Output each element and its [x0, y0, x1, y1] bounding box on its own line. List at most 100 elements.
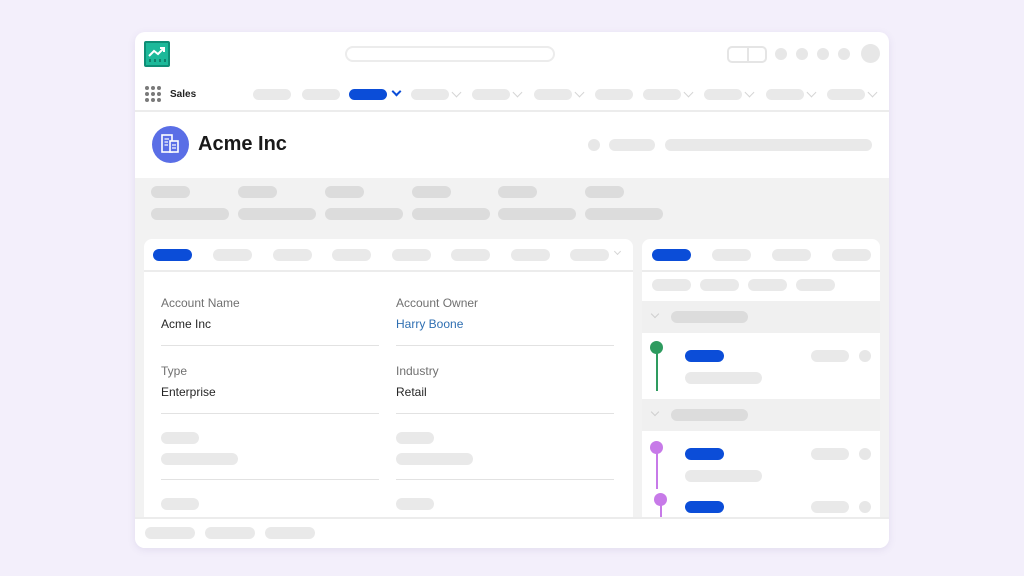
field-divider [396, 345, 614, 346]
tab[interactable] [392, 249, 431, 261]
tab[interactable] [451, 249, 490, 261]
tab[interactable] [273, 249, 312, 261]
highlight-label [412, 186, 451, 198]
user-avatar[interactable] [861, 44, 880, 63]
activity-description [685, 470, 762, 482]
utility-item[interactable] [145, 527, 195, 539]
nav-tab[interactable] [472, 89, 510, 100]
activity-menu-icon[interactable] [859, 501, 871, 513]
activity-menu-icon[interactable] [859, 350, 871, 362]
details-card: Account Name Acme Inc Account Owner Harr… [144, 239, 633, 529]
field-label-placeholder [161, 432, 199, 444]
nav-tab[interactable] [253, 89, 291, 100]
building-icon [152, 126, 189, 163]
record-title: Acme Inc [198, 133, 287, 155]
field-divider [396, 479, 614, 480]
tab[interactable] [511, 249, 550, 261]
record-header: Acme Inc [135, 114, 889, 178]
highlight-value [238, 208, 316, 220]
activity-tabs [642, 239, 880, 301]
activity-date [811, 501, 849, 513]
tab-activity[interactable] [652, 249, 691, 261]
field-label-industry: Industry [396, 364, 439, 378]
favorites-icon[interactable] [775, 48, 787, 60]
activity-group-header[interactable] [642, 399, 880, 431]
field-label-placeholder [161, 498, 199, 510]
activity-item[interactable] [642, 333, 880, 399]
field-divider [161, 345, 379, 346]
nav-tab[interactable] [643, 89, 681, 100]
highlight-value [325, 208, 403, 220]
activity-subject-link[interactable] [685, 448, 724, 460]
field-label-account-name: Account Name [161, 296, 240, 310]
highlight-label [498, 186, 537, 198]
chevron-down-icon[interactable] [683, 87, 694, 98]
field-value-account-name: Acme Inc [161, 317, 212, 331]
chevron-down-icon[interactable] [650, 407, 660, 417]
highlight-value [412, 208, 490, 220]
action-button[interactable] [609, 139, 655, 151]
chevron-down-icon[interactable] [867, 87, 878, 98]
field-value-placeholder [161, 453, 238, 465]
chevron-down-icon[interactable] [806, 87, 817, 98]
tab[interactable] [832, 249, 871, 261]
field-divider [161, 413, 379, 414]
chevron-down-icon[interactable] [451, 87, 462, 98]
nav-tab[interactable] [411, 89, 449, 100]
activity-group-header[interactable] [642, 301, 880, 333]
nav-tab[interactable] [534, 89, 572, 100]
tab[interactable] [570, 249, 609, 261]
tab[interactable] [332, 249, 371, 261]
activity-menu-icon[interactable] [859, 448, 871, 460]
app-launcher-icon[interactable] [145, 86, 161, 102]
field-value-placeholder [396, 453, 473, 465]
nav-tab-active[interactable] [349, 89, 387, 100]
tab[interactable] [213, 249, 252, 261]
activity-subject-link[interactable] [685, 501, 724, 513]
activity-action-button[interactable] [700, 279, 739, 291]
app-window: Sales Acme Inc Account Name Acme Inc Acc… [135, 32, 889, 548]
chevron-down-icon[interactable] [512, 87, 523, 98]
field-label-placeholder [396, 432, 434, 444]
chevron-down-icon[interactable] [744, 87, 755, 98]
chevron-down-icon[interactable] [391, 86, 402, 97]
follow-icon[interactable] [588, 139, 600, 151]
nav-tab[interactable] [704, 89, 742, 100]
notifications-icon[interactable] [838, 48, 850, 60]
nav-tab[interactable] [827, 89, 865, 100]
highlight-label [151, 186, 190, 198]
activity-action-button[interactable] [748, 279, 787, 291]
tabs-divider [642, 270, 880, 272]
tab[interactable] [712, 249, 751, 261]
chevron-down-icon[interactable] [650, 309, 660, 319]
activity-subject-link[interactable] [685, 350, 724, 362]
utility-bar [135, 517, 889, 548]
field-label-account-owner: Account Owner [396, 296, 479, 310]
highlight-label [238, 186, 277, 198]
field-divider [396, 413, 614, 414]
field-value-type: Enterprise [161, 385, 216, 399]
activity-action-button[interactable] [652, 279, 691, 291]
chevron-down-icon[interactable] [613, 247, 622, 256]
help-icon[interactable] [817, 48, 829, 60]
global-search-input[interactable] [345, 46, 555, 62]
field-label-placeholder [396, 498, 434, 510]
timeline-line [656, 351, 658, 391]
activity-action-button[interactable] [796, 279, 835, 291]
utility-item[interactable] [205, 527, 255, 539]
highlight-value [151, 208, 229, 220]
nav-tab[interactable] [595, 89, 633, 100]
tab[interactable] [772, 249, 811, 261]
view-toggle[interactable] [727, 46, 767, 63]
tab-details[interactable] [153, 249, 192, 261]
chevron-down-icon[interactable] [574, 87, 585, 98]
nav-tab[interactable] [302, 89, 340, 100]
app-logo-icon[interactable] [144, 41, 170, 67]
nav-tab[interactable] [766, 89, 804, 100]
activity-panel [642, 239, 880, 529]
add-icon[interactable] [796, 48, 808, 60]
activity-item[interactable] [642, 431, 880, 529]
utility-item[interactable] [265, 527, 315, 539]
action-button-group[interactable] [665, 139, 872, 151]
account-owner-link[interactable]: Harry Boone [396, 317, 463, 331]
